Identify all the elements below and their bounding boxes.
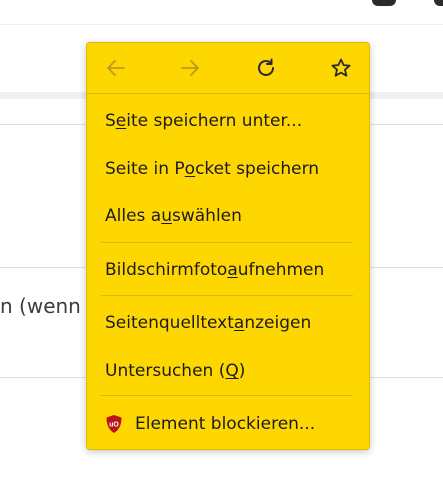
reload-button[interactable] [253,55,279,81]
menu-item-label: swählen [172,206,242,226]
toolbar-icon-edge[interactable] [434,0,443,6]
svg-text:uO: uO [109,422,119,429]
menu-separator [101,295,353,296]
access-key: a [233,313,245,333]
navigation-row [87,43,369,93]
menu-item-view-source[interactable]: Seitenquelltext a nzeigen [87,301,369,345]
menu-separator [101,242,353,243]
menu-item-select-all[interactable]: Alles a u swählen [87,194,369,238]
menu-item-label: Untersuchen ( [105,361,226,381]
access-key: e [115,111,127,131]
menu-item-block-element[interactable]: uO Element blockieren... [87,402,369,446]
menu-item-label: ) [238,361,246,381]
forward-button[interactable] [177,55,203,81]
ublock-origin-icon: uO [106,415,122,433]
menu-item-label: Bildschirmfoto [105,260,228,280]
arrow-right-icon [181,60,199,76]
access-key: o [184,159,196,179]
menu-item-label: Element blockieren... [135,414,316,434]
menu-item-label: nzeigen [244,313,312,333]
access-key: u [161,206,172,226]
menu-separator [87,93,369,94]
menu-item-take-screenshot[interactable]: Bildschirmfoto a ufnehmen [87,248,369,292]
menu-item-inspect[interactable]: Untersuchen (Q) [87,349,369,393]
menu-item-label: cket speichern [195,159,320,179]
arrow-left-icon [107,60,125,76]
context-menu: Se ite speichern unter... Seite in Po cket… [86,42,370,450]
menu-item-label: S [105,111,116,131]
menu-item-label: Seite in P [105,159,185,179]
access-key: Q [225,361,239,381]
menu-item-label: ite speichern unter... [126,111,303,131]
top-bar [0,0,443,25]
menu-item-save-to-pocket[interactable]: Seite in Po cket speichern [87,147,369,191]
menu-item-save-page-as[interactable]: Se ite speichern unter... [87,99,369,143]
bookmark-button[interactable] [328,55,354,81]
background-partial-text: n (wenn e [0,294,100,318]
access-key: a [227,260,238,280]
back-button[interactable] [103,55,129,81]
menu-item-label: ufnehmen [237,260,325,280]
star-icon [331,58,351,77]
toolbar-icon[interactable] [372,0,396,6]
reload-icon [258,58,274,76]
menu-item-label: Alles a [105,206,162,226]
menu-item-label: Seitenquelltext [105,313,234,333]
menu-separator [101,395,353,396]
